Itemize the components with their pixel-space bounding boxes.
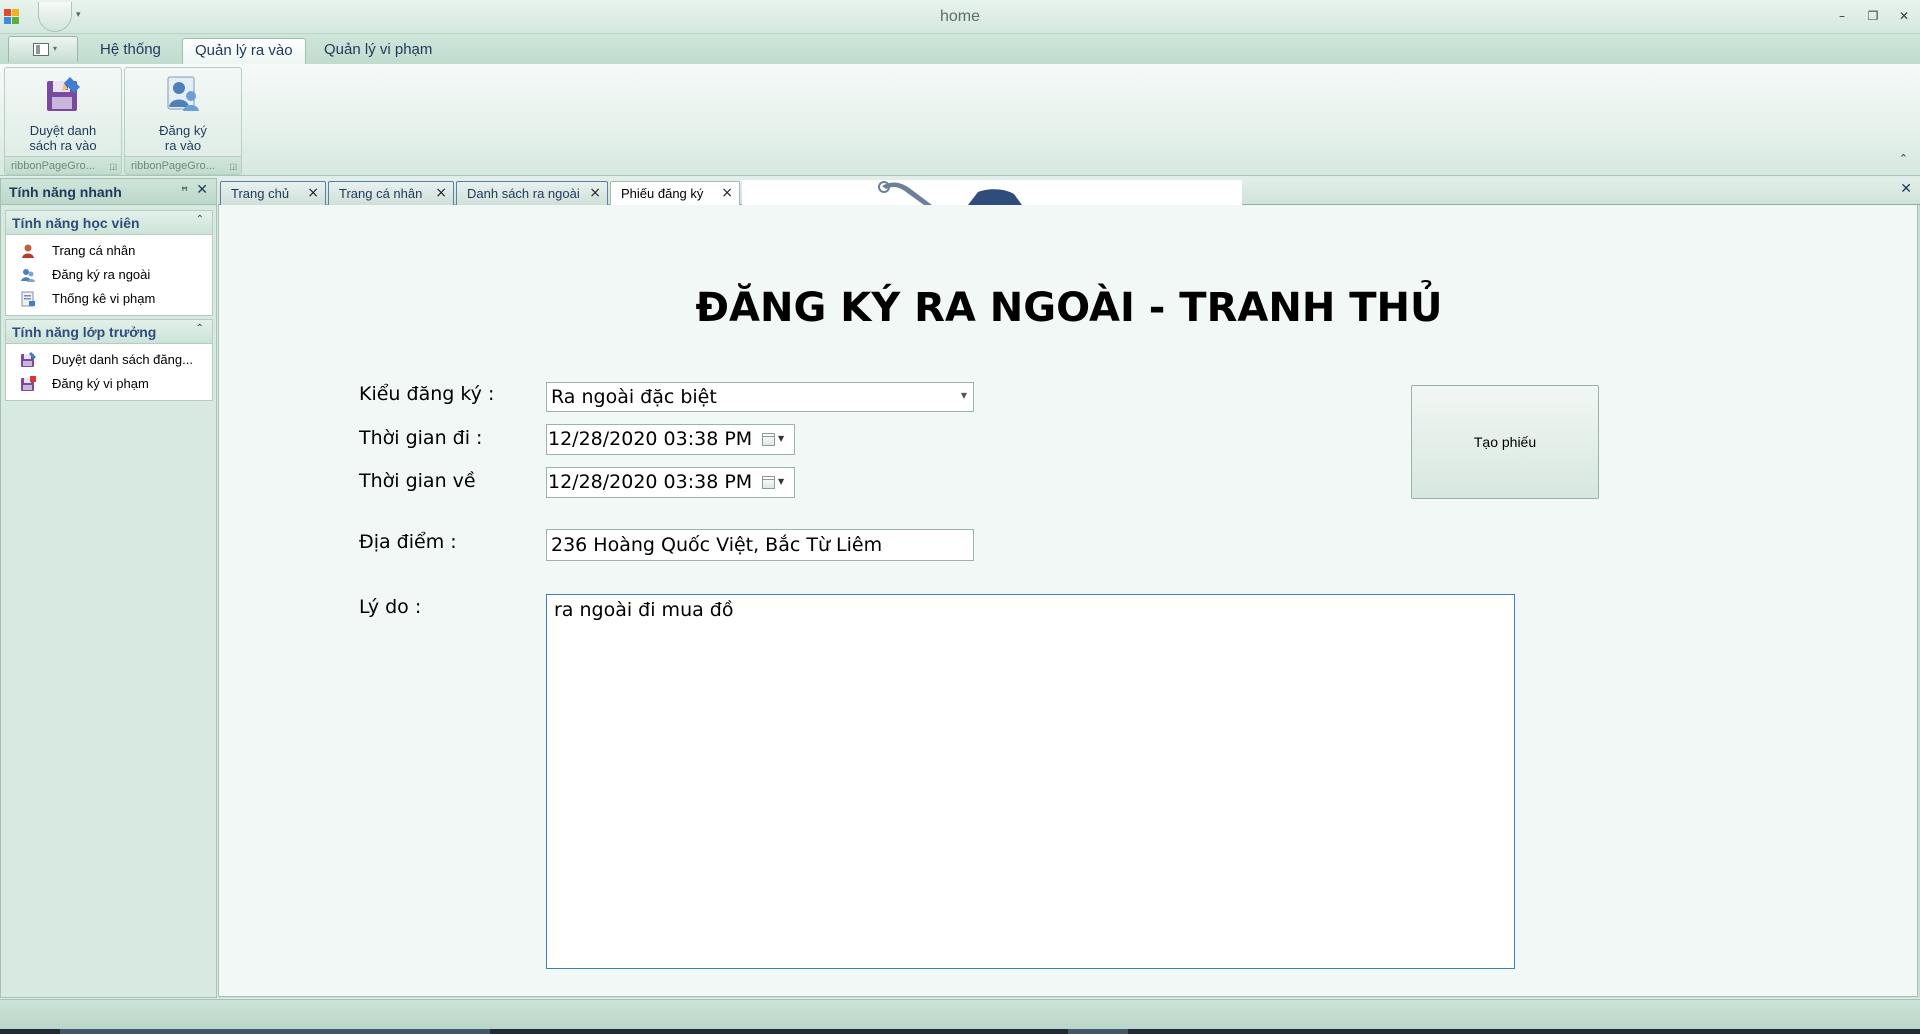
doc-tab-danh-sach-ra-ngoai[interactable]: Danh sách ra ngoài × (456, 181, 608, 205)
duyet-label-line2: sách ra vào (29, 138, 97, 153)
create-form-button-label: Tạo phiếu (1473, 434, 1537, 450)
nav-group-header[interactable]: Tính năng học viên ⌃ (6, 211, 212, 235)
taskbar-strip (0, 1029, 1920, 1034)
chevron-down-icon[interactable]: ▼ (961, 391, 967, 400)
ribbon-group-caption: ribbonPageGro... ◲ (5, 156, 121, 174)
close-tab-icon[interactable]: × (435, 185, 447, 201)
ribbon-tab-quan-ly-ra-vao[interactable]: Quản lý ra vào (182, 38, 306, 64)
nav-item-thong-ke-vi-pham[interactable]: Thống kê vi phạm (6, 287, 212, 311)
chevron-down-icon[interactable]: ▼ (778, 434, 784, 443)
nav-group-title: Tính năng học viên (12, 215, 140, 231)
save-violation-icon (21, 376, 36, 391)
nav-group-header[interactable]: Tính năng lớp trưởng ⌃ (6, 320, 212, 344)
nav-item-dang-ky-ra-ngoai[interactable]: Đăng ký ra ngoài (6, 263, 212, 287)
nav-panel: Tính năng nhanh ꟸ ✕ Tính năng học viên ⌃… (0, 178, 217, 998)
doc-tab-trang-chu[interactable]: Trang chủ × (220, 181, 326, 205)
doc-tab-phieu-dang-ky[interactable]: Phiếu đăng ký × (610, 181, 740, 206)
report-icon (21, 291, 35, 307)
nav-panel-header: Tính năng nhanh ꟸ ✕ (1, 179, 216, 205)
doc-tab-label: Trang cá nhân (339, 186, 423, 201)
users-icon (21, 269, 35, 282)
place-input[interactable]: 236 Hoàng Quốc Việt, Bắc Từ Liêm (546, 529, 974, 561)
minimize-button[interactable]: – (1830, 6, 1854, 26)
ribbon-group-caption-text: ribbonPageGro... (11, 160, 95, 172)
nav-item-label: Trang cá nhân (52, 243, 136, 258)
reason-value: ra ngoài đi mua đồ (554, 599, 734, 621)
ribbon-page: Duyệt danh sách ra vào ribbonPageGro... … (0, 64, 1920, 176)
dialog-launcher-icon[interactable]: ◲ (229, 158, 237, 174)
close-tab-icon[interactable]: × (721, 185, 733, 201)
doc-tab-label: Phiếu đăng ký (621, 186, 704, 201)
title-bar: ▾ home – ❐ ✕ (0, 0, 1920, 34)
application-menu-button[interactable]: ▾ (8, 36, 78, 62)
nav-item-label: Thống kê vi phạm (52, 291, 156, 306)
ribbon-tab-quan-ly-vi-pham[interactable]: Quản lý vi phạm (312, 38, 444, 64)
close-tab-icon[interactable]: × (307, 185, 319, 201)
collapse-group-icon[interactable]: ⌃ (196, 214, 204, 225)
reason-textarea[interactable]: ra ngoài đi mua đồ (546, 594, 1515, 969)
nav-close-icon[interactable]: ✕ (196, 182, 208, 198)
depart-label: Thời gian đi : (359, 427, 483, 449)
type-value: Ra ngoài đặc biệt (551, 386, 717, 408)
pin-icon[interactable]: ꟸ (181, 184, 188, 198)
duyet-danh-sach-button[interactable]: Duyệt danh sách ra vào (7, 70, 119, 155)
return-datetime-picker[interactable]: 12/28/2020 03:38 PM ▼ (546, 467, 795, 498)
nav-item-trang-ca-nhan[interactable]: Trang cá nhân (6, 239, 212, 263)
users-register-icon (167, 76, 199, 111)
type-combobox[interactable]: Ra ngoài đặc biệt ▼ (546, 382, 974, 412)
place-value: 236 Hoàng Quốc Việt, Bắc Từ Liêm (551, 534, 883, 556)
dang-ky-ra-vao-button[interactable]: Đăng ký ra vào (127, 70, 239, 155)
app-menu-icon (33, 43, 49, 56)
save-edit-icon (21, 352, 36, 367)
nav-group-title: Tính năng lớp trưởng (12, 324, 157, 340)
nav-group-lop-truong: Tính năng lớp trưởng ⌃ Duyệt danh sách đ… (5, 319, 213, 401)
reason-label: Lý do : (359, 596, 422, 618)
form-layer: Kiểu đăng ký : Ra ngoài đặc biệt ▼ Thời … (218, 205, 1918, 997)
close-document-icon[interactable]: ✕ (1900, 181, 1912, 197)
window-title: home (939, 8, 981, 25)
chevron-down-icon: ▾ (53, 44, 58, 53)
save-disk-edit-icon (47, 77, 80, 111)
nav-item-label: Đăng ký ra ngoài (52, 267, 151, 282)
dialog-launcher-icon[interactable]: ◲ (109, 158, 117, 174)
nav-item-label: Duyệt danh sách đăng... (52, 352, 193, 367)
ribbon-group-dang-ky: Đăng ký ra vào ribbonPageGro... ◲ (124, 67, 242, 175)
chevron-down-icon[interactable]: ▼ (778, 477, 784, 486)
close-window-button[interactable]: ✕ (1892, 6, 1916, 26)
nav-panel-title: Tính năng nhanh (9, 184, 122, 200)
user-profile-icon (22, 244, 34, 258)
close-tab-icon[interactable]: × (589, 185, 601, 201)
create-form-button[interactable]: Tạo phiếu (1411, 385, 1599, 499)
doc-tab-trang-ca-nhan[interactable]: Trang cá nhân × (328, 181, 454, 205)
collapse-group-icon[interactable]: ⌃ (196, 323, 204, 334)
collapse-ribbon-icon[interactable]: ⌃ (1899, 152, 1908, 165)
dang-ky-label-line1: Đăng ký (159, 123, 207, 138)
document-tab-strip: Trang chủ × Trang cá nhân × Danh sách ra… (218, 178, 1920, 206)
restore-button[interactable]: ❐ (1861, 6, 1885, 26)
depart-datetime-picker[interactable]: 12/28/2020 03:38 PM ▼ (546, 424, 795, 455)
place-label: Địa điểm : (359, 531, 457, 553)
ribbon-group-duyet: Duyệt danh sách ra vào ribbonPageGro... … (4, 67, 122, 175)
calendar-icon[interactable] (762, 476, 775, 489)
status-bar (0, 999, 1920, 1029)
nav-item-dang-ky-vi-pham[interactable]: Đăng ký vi phạm (6, 372, 212, 396)
return-label: Thời gian về (359, 470, 476, 492)
ribbon-group-caption-text: ribbonPageGro... (131, 160, 215, 172)
duyet-label-line1: Duyệt danh (29, 123, 97, 138)
decorative-image (742, 180, 1242, 205)
dang-ky-label-line2: ra vào (164, 138, 202, 153)
doc-tab-label: Trang chủ (231, 186, 290, 201)
depart-value: 12/28/2020 03:38 PM (548, 428, 753, 450)
type-label: Kiểu đăng ký : (359, 383, 495, 405)
return-value: 12/28/2020 03:38 PM (548, 471, 753, 493)
nav-group-hoc-vien: Tính năng học viên ⌃ Trang cá nhân Đăng … (5, 210, 213, 316)
ribbon-tab-strip: ▾ Hệ thống Quản lý ra vào Quản lý vi phạ… (0, 34, 1920, 64)
nav-item-duyet-danh-sach[interactable]: Duyệt danh sách đăng... (6, 348, 212, 372)
calendar-icon[interactable] (762, 433, 775, 446)
nav-item-label: Đăng ký vi phạm (52, 376, 149, 391)
doc-tab-label: Danh sách ra ngoài (467, 186, 580, 201)
ribbon-tab-he-thong[interactable]: Hệ thống (88, 38, 173, 64)
ribbon-group-caption: ribbonPageGro... ◲ (125, 156, 241, 174)
